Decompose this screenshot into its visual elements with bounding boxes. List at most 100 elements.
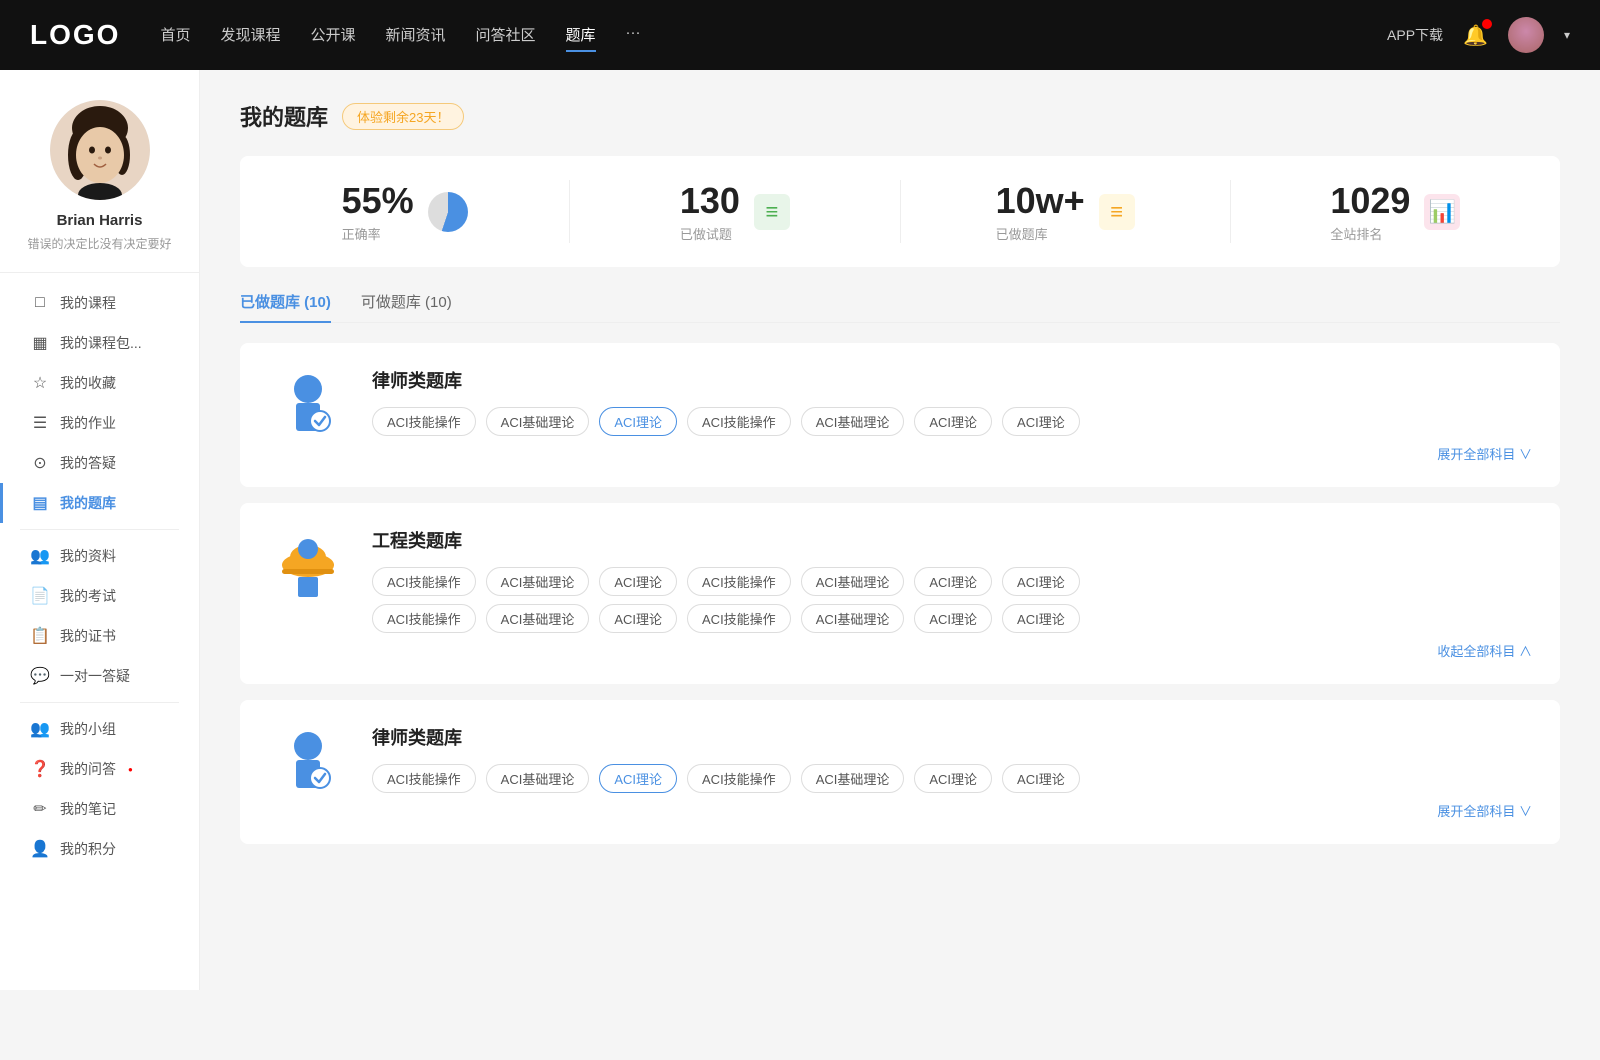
exams-icon: 📄 [30,586,50,606]
sidebar-item-label: 我的作业 [60,413,116,433]
tag-item[interactable]: ACI基础理论 [486,407,590,436]
avatar-image [1508,17,1544,53]
app-download-button[interactable]: APP下载 [1387,25,1443,45]
sidebar-item-courses[interactable]: □ 我的课程 [0,283,199,323]
rank-chart-icon: 📊 [1424,194,1460,230]
stat-accuracy-value: 55% [342,180,414,222]
nav-qa[interactable]: 问答社区 [476,19,536,52]
qbank-content-lawyer-1: 律师类题库 ACI技能操作 ACI基础理论 ACI理论 ACI技能操作 ACI基… [372,367,1532,463]
nav-qbank[interactable]: 题库 [566,19,596,52]
tab-available-banks[interactable]: 可做题库 (10) [361,291,452,322]
chevron-down-icon[interactable]: ▾ [1564,28,1570,42]
stat-rank-label: 全站排名 [1330,224,1410,243]
qbank-tags-lawyer-1: ACI技能操作 ACI基础理论 ACI理论 ACI技能操作 ACI基础理论 AC… [372,407,1532,436]
sidebar-item-notes[interactable]: ✏ 我的笔记 [0,789,199,829]
collapse-engineer[interactable]: 收起全部科目 ∧ [372,641,1532,660]
star-icon: ☆ [30,373,50,393]
sidebar-item-favorites[interactable]: ☆ 我的收藏 [0,363,199,403]
tab-done-banks[interactable]: 已做题库 (10) [240,291,331,322]
stat-questions-done-label: 已做试题 [680,224,740,243]
tag-item[interactable]: ACI基础理论 [486,764,590,793]
expand-lawyer-2[interactable]: 展开全部科目 ∨ [372,801,1532,820]
tag-item[interactable]: ACI理论 [599,567,677,596]
navbar-right: APP下载 🔔 ▾ [1387,17,1570,53]
sidebar-item-label: 我的收藏 [60,373,116,393]
tag-item[interactable]: ACI技能操作 [687,407,791,436]
qbank-content-lawyer-2: 律师类题库 ACI技能操作 ACI基础理论 ACI理论 ACI技能操作 ACI基… [372,724,1532,820]
trial-badge: 体验剩余23天！ [342,103,464,130]
sidebar-item-certificates[interactable]: 📋 我的证书 [0,616,199,656]
qbank-icon: ▤ [30,493,50,513]
profile-icon: 👥 [30,546,50,566]
tag-item[interactable]: ACI基础理论 [801,604,905,633]
expand-lawyer-1[interactable]: 展开全部科目 ∨ [372,444,1532,463]
tag-item[interactable]: ACI技能操作 [372,407,476,436]
tag-item[interactable]: ACI理论 [1002,567,1080,596]
packages-icon: ▦ [30,333,50,353]
stat-accuracy-text: 55% 正确率 [342,180,414,243]
tag-item[interactable]: ACI理论 [1002,407,1080,436]
sidebar-divider-2 [20,702,179,703]
sidebar-item-homework[interactable]: ☰ 我的作业 [0,403,199,443]
sidebar-item-label: 我的考试 [60,586,116,606]
tag-item[interactable]: ACI理论 [1002,604,1080,633]
tag-item[interactable]: ACI理论 [914,567,992,596]
sidebar-profile: Brian Harris 错误的决定比没有决定要好 [0,100,199,273]
stat-accuracy-label: 正确率 [342,224,414,243]
stat-banks-done-label: 已做题库 [996,224,1085,243]
sidebar-item-1on1[interactable]: 💬 一对一答疑 [0,656,199,696]
tag-item[interactable]: ACI基础理论 [801,407,905,436]
sidebar-item-groups[interactable]: 👥 我的小组 [0,709,199,749]
main-content: 我的题库 体验剩余23天！ 55% 正确率 130 已做试题 ≡ [200,70,1600,990]
qbank-tags-engineer-row1: ACI技能操作 ACI基础理论 ACI理论 ACI技能操作 ACI基础理论 AC… [372,567,1532,596]
sidebar-item-label: 我的答疑 [60,453,116,473]
avatar[interactable] [1508,17,1544,53]
sidebar-item-qa[interactable]: ⊙ 我的答疑 [0,443,199,483]
sidebar-motto: 错误的决定比没有决定要好 [27,235,171,252]
tag-item[interactable]: ACI理论 [599,604,677,633]
sidebar: Brian Harris 错误的决定比没有决定要好 □ 我的课程 ▦ 我的课程包… [0,70,200,990]
sidebar-item-points[interactable]: 👤 我的积分 [0,829,199,869]
notification-bell[interactable]: 🔔 [1463,23,1488,48]
sidebar-item-label: 我的笔记 [60,799,116,819]
avatar-image [50,100,150,200]
tag-item[interactable]: ACI技能操作 [372,604,476,633]
nav-discover[interactable]: 发现课程 [220,19,280,52]
sidebar-divider [20,529,179,530]
sidebar-item-label: 我的课程包... [60,333,142,353]
nav-home[interactable]: 首页 [160,19,190,52]
tag-item-active[interactable]: ACI理论 [599,764,677,793]
tag-item[interactable]: ACI基础理论 [486,604,590,633]
tag-item[interactable]: ACI基础理论 [486,567,590,596]
tag-item[interactable]: ACI理论 [914,604,992,633]
tag-item[interactable]: ACI技能操作 [687,764,791,793]
sidebar-item-course-packages[interactable]: ▦ 我的课程包... [0,323,199,363]
tag-item[interactable]: ACI理论 [1002,764,1080,793]
tag-item-active[interactable]: ACI理论 [599,407,677,436]
page-container: Brian Harris 错误的决定比没有决定要好 □ 我的课程 ▦ 我的课程包… [0,70,1600,990]
qbank-title-engineer: 工程类题库 [372,527,1532,553]
tag-item[interactable]: ACI理论 [914,407,992,436]
stat-rank: 1029 全站排名 📊 [1231,180,1560,243]
tag-item[interactable]: ACI基础理论 [801,567,905,596]
lawyer-svg-icon-2 [268,724,348,804]
nav-opencourse[interactable]: 公开课 [310,19,355,52]
tag-item[interactable]: ACI技能操作 [687,567,791,596]
tag-item[interactable]: ACI技能操作 [372,567,476,596]
tag-item[interactable]: ACI理论 [914,764,992,793]
sidebar-item-profile[interactable]: 👥 我的资料 [0,536,199,576]
tag-item[interactable]: ACI技能操作 [687,604,791,633]
sidebar-item-qbank[interactable]: ▤ 我的题库 [0,483,199,523]
nav-more[interactable]: ··· [626,19,641,52]
tag-item[interactable]: ACI基础理论 [801,764,905,793]
groups-icon: 👥 [30,719,50,739]
sidebar-item-label: 我的证书 [60,626,116,646]
tag-item[interactable]: ACI技能操作 [372,764,476,793]
nav-news[interactable]: 新闻资讯 [386,19,446,52]
qbank-title-lawyer-1: 律师类题库 [372,367,1532,393]
sidebar-item-exams[interactable]: 📄 我的考试 [0,576,199,616]
sidebar-item-questions[interactable]: ❓ 我的问答 ● [0,749,199,789]
sidebar-menu: □ 我的课程 ▦ 我的课程包... ☆ 我的收藏 ☰ 我的作业 ⊙ 我的答疑 ▤… [0,273,199,879]
points-icon: 👤 [30,839,50,859]
stat-questions-done-value: 130 [680,180,740,222]
